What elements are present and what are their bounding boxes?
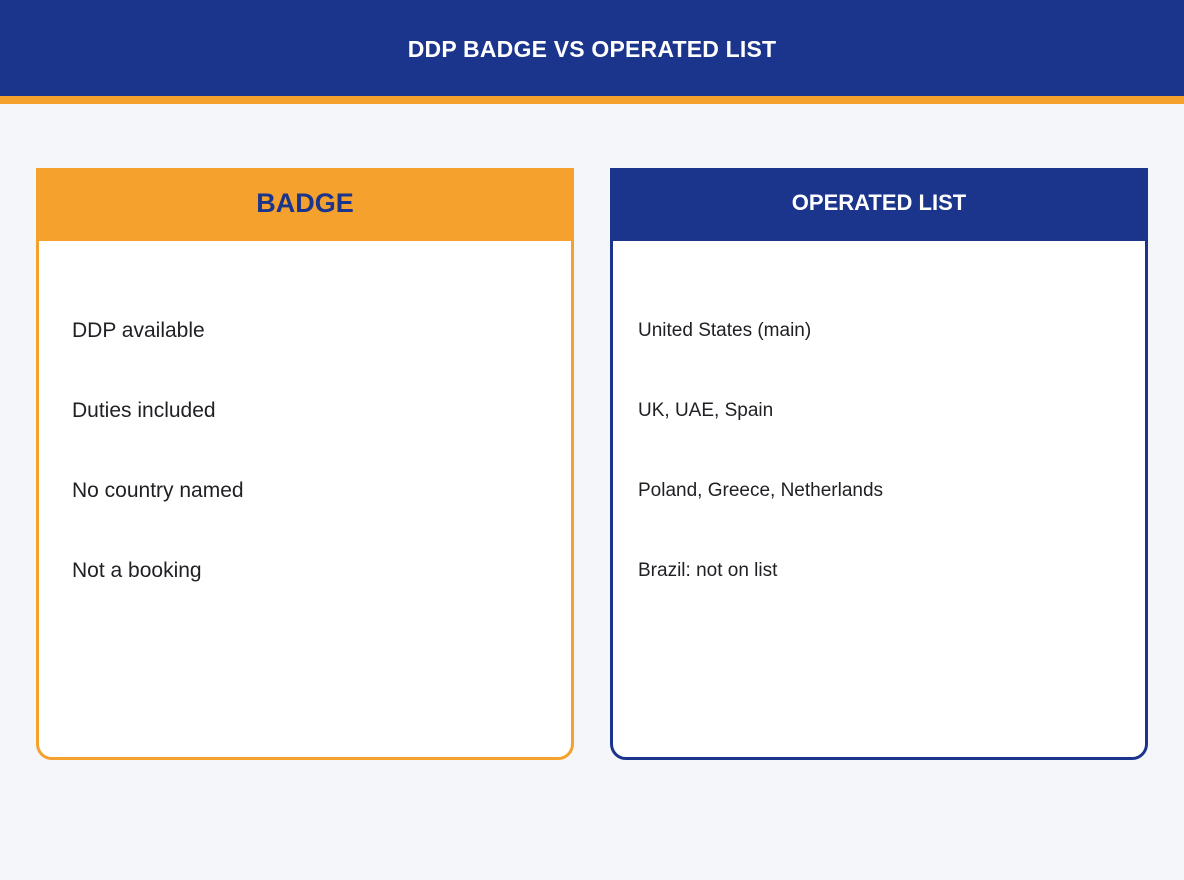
operated-item-uk-uae-spain: UK, UAE, Spain: [638, 400, 774, 421]
operated-item-united-states: United States (main): [638, 320, 812, 341]
badge-item-ddp-available: DDP available: [72, 319, 205, 342]
operated-item-brazil: Brazil: not on list: [638, 560, 778, 581]
badge-item-not-a-booking: Not a booking: [72, 559, 202, 582]
badge-item-duties-included: Duties included: [72, 399, 216, 422]
badge-card-title: BADGE: [39, 171, 571, 241]
header-accent-stripe: [0, 96, 1184, 104]
badge-card: BADGE DDP available Duties included No c…: [36, 168, 574, 760]
badge-item-no-country-named: No country named: [72, 479, 244, 502]
operated-item-poland-greece-netherlands: Poland, Greece, Netherlands: [638, 480, 884, 501]
page-header: DDP BADGE VS OPERATED LIST: [0, 0, 1184, 96]
page-title: DDP BADGE VS OPERATED LIST: [407, 36, 777, 62]
operated-list-card: OPERATED LIST United States (main) UK, U…: [610, 168, 1148, 760]
operated-list-card-title: OPERATED LIST: [613, 171, 1145, 241]
